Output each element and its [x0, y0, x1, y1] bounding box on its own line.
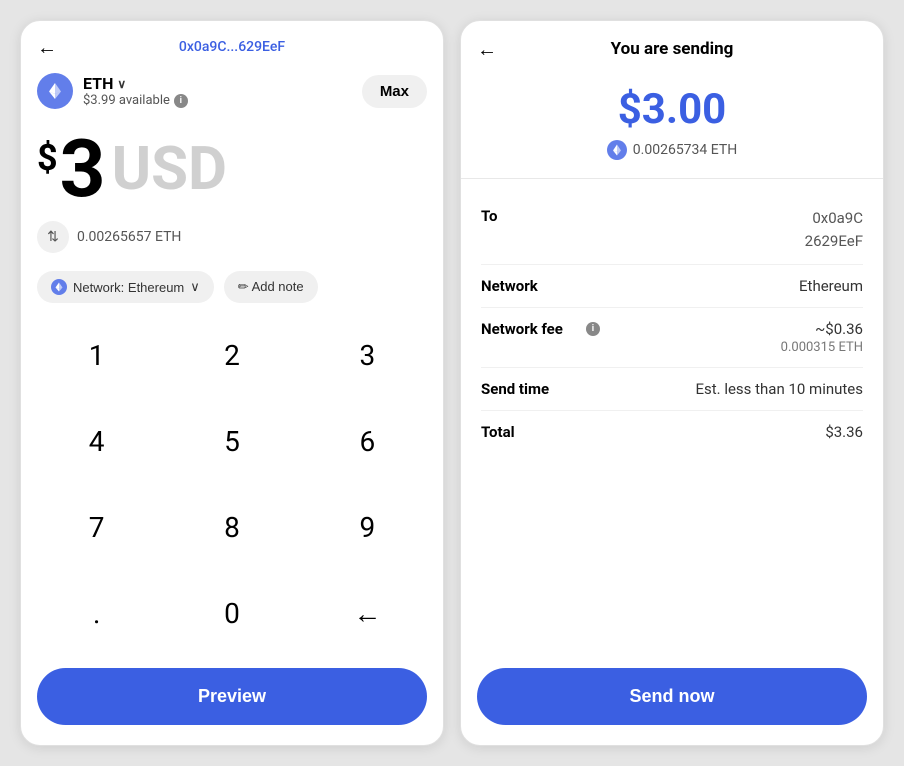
sending-eth-amount: 0.00265734 ETH: [633, 142, 737, 158]
network-chevron-icon: ∨: [190, 279, 200, 295]
time-value: Est. less than 10 minutes: [695, 380, 863, 398]
fee-value-column: ~$0.36 0.000315 ETH: [781, 320, 863, 355]
to-address: 0x0a9C 2629EeF: [805, 207, 863, 252]
network-detail-value: Ethereum: [799, 277, 863, 295]
token-info: ETH ∨ $3.99 available i: [37, 73, 188, 109]
eth-equivalent-row: ⇅ 0.00265657 ETH: [21, 213, 443, 261]
key-backspace[interactable]: ←: [300, 570, 435, 656]
key-2[interactable]: 2: [164, 313, 299, 399]
key-8[interactable]: 8: [164, 485, 299, 571]
swap-icon: ⇅: [47, 229, 59, 245]
token-selector-row: ETH ∨ $3.99 available i Max: [21, 65, 443, 117]
currency-label: USD: [112, 139, 228, 199]
eth-logo-icon: [37, 73, 73, 109]
dollar-sign: $: [37, 137, 58, 179]
key-5[interactable]: 5: [164, 399, 299, 485]
token-name[interactable]: ETH ∨: [83, 74, 188, 93]
eth-equivalent-text: 0.00265657 ETH: [77, 229, 181, 245]
network-detail-label: Network: [481, 277, 581, 295]
to-label: To: [481, 207, 581, 225]
wallet-address[interactable]: 0x0a9C...629EeF: [179, 39, 285, 55]
key-3[interactable]: 3: [300, 313, 435, 399]
right-screen-title: You are sending: [611, 39, 734, 59]
back-button[interactable]: ←: [37, 35, 57, 60]
total-row: Total $3.36: [481, 411, 863, 453]
fee-label-row: Network fee i: [481, 320, 600, 338]
send-now-button-container: Send now: [461, 656, 883, 745]
network-selector-button[interactable]: Network: Ethereum ∨: [37, 271, 214, 303]
preview-button-container: Preview: [21, 656, 443, 745]
swap-currency-button[interactable]: ⇅: [37, 221, 69, 253]
amount-display: $ 3 USD: [21, 117, 443, 213]
key-dot[interactable]: .: [29, 570, 164, 656]
fee-label: Network fee: [481, 320, 581, 338]
amount-number: 3: [60, 129, 106, 209]
send-now-button[interactable]: Send now: [477, 668, 867, 725]
preview-button[interactable]: Preview: [37, 668, 427, 725]
numpad: 1 2 3 4 5 6 7 8 9 . 0 ←: [21, 313, 443, 656]
available-info-icon[interactable]: i: [174, 94, 188, 108]
key-4[interactable]: 4: [29, 399, 164, 485]
total-label: Total: [481, 423, 581, 441]
right-header: ← You are sending: [461, 21, 883, 69]
fee-row: Network fee i ~$0.36 0.000315 ETH: [481, 308, 863, 368]
app-container: ← 0x0a9C...629EeF ETH ∨: [0, 0, 904, 766]
key-6[interactable]: 6: [300, 399, 435, 485]
add-note-button[interactable]: ✏ Add note: [224, 271, 318, 303]
token-available: $3.99 available i: [83, 93, 188, 108]
key-0[interactable]: 0: [164, 570, 299, 656]
key-1[interactable]: 1: [29, 313, 164, 399]
time-row: Send time Est. less than 10 minutes: [481, 368, 863, 411]
key-9[interactable]: 9: [300, 485, 435, 571]
confirm-screen: ← You are sending $3.00 0.00265734 ETH T…: [460, 20, 884, 746]
transaction-details: To 0x0a9C 2629EeF Network Ethereum Netwo…: [461, 179, 883, 656]
sending-amount-usd: $3.00: [461, 69, 883, 140]
time-label: Send time: [481, 380, 581, 398]
max-button[interactable]: Max: [362, 75, 427, 108]
network-icon: [51, 279, 67, 295]
fee-usd-value: ~$0.36: [815, 320, 863, 338]
key-7[interactable]: 7: [29, 485, 164, 571]
right-back-button[interactable]: ←: [477, 37, 497, 62]
fee-info-icon[interactable]: i: [586, 322, 600, 336]
network-row: Network Ethereum: [481, 265, 863, 308]
left-header: ← 0x0a9C...629EeF: [21, 21, 443, 65]
total-value: $3.36: [825, 423, 863, 441]
send-screen: ← 0x0a9C...629EeF ETH ∨: [20, 20, 444, 746]
token-chevron-icon: ∨: [117, 77, 126, 91]
token-details: ETH ∨ $3.99 available i: [83, 74, 188, 108]
network-options-row: Network: Ethereum ∨ ✏ Add note: [21, 261, 443, 313]
fee-eth-value: 0.000315 ETH: [781, 340, 863, 355]
sending-amount-eth-row: 0.00265734 ETH: [461, 140, 883, 178]
sending-eth-icon: [607, 140, 627, 160]
to-row: To 0x0a9C 2629EeF: [481, 195, 863, 265]
